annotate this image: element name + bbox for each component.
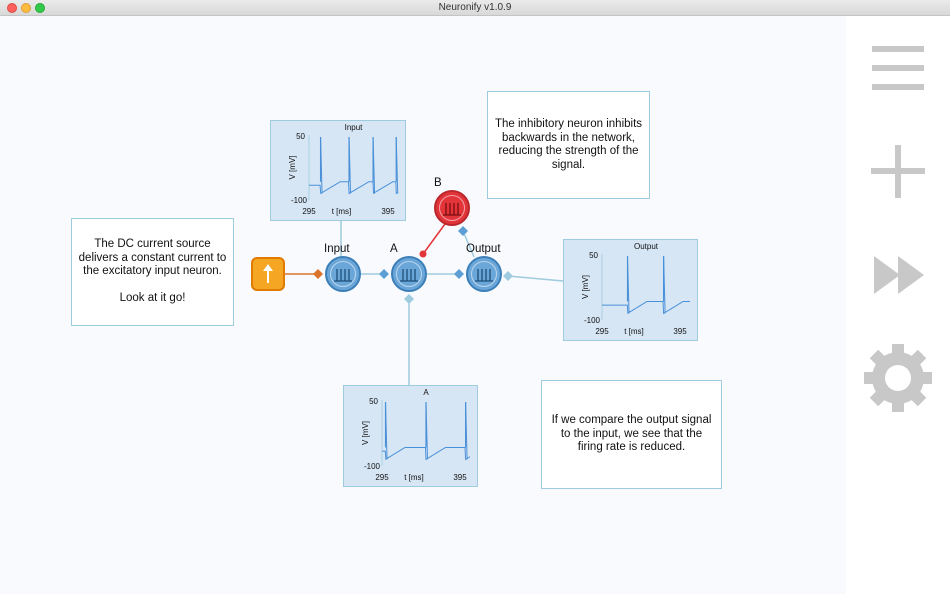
output-scope-title: Output <box>634 242 659 251</box>
add-icon <box>871 145 925 198</box>
spike-train-icon <box>443 203 461 216</box>
neuron-b[interactable] <box>434 190 470 226</box>
a-scope-plot: A 50 -100 295 395 t [ms] V [mV] <box>361 388 471 482</box>
b-to-a-inhibitory-synapse <box>422 223 446 255</box>
a-scope-xmin: 295 <box>375 473 389 482</box>
a-scope-ymin: -100 <box>364 462 381 471</box>
output-scope-ymin: -100 <box>584 316 601 325</box>
fast-forward-button[interactable] <box>860 245 936 305</box>
input-scope-xmin: 295 <box>302 207 316 216</box>
note-compare[interactable]: If we compare the output signal to the i… <box>541 380 722 489</box>
a-scope-ymax: 50 <box>369 397 378 406</box>
settings-button[interactable] <box>860 344 936 412</box>
add-button[interactable] <box>860 142 936 202</box>
output-scope-plot: Output 50 -100 295 395 t [ms] V [mV] <box>581 242 690 336</box>
output-scope-xlabel: t [ms] <box>624 327 644 336</box>
neuron-label-b: B <box>434 177 442 189</box>
a-scope-xlabel: t [ms] <box>404 473 424 482</box>
a-scope-trace <box>382 447 471 461</box>
output-scope-xmax: 395 <box>673 327 687 336</box>
voltmeter-output[interactable]: Output 50 -100 295 395 t [ms] V [mV] <box>563 239 698 341</box>
neuron-output[interactable] <box>466 256 502 292</box>
output-scope-xmin: 295 <box>595 327 609 336</box>
neuron-label-a: A <box>390 243 398 255</box>
a-scope-ylabel: V [mV] <box>361 421 370 445</box>
output-scope-trace <box>602 301 690 315</box>
neuron-input[interactable] <box>325 256 361 292</box>
output-scope-wire <box>507 275 564 282</box>
input-scope-ymin: -100 <box>291 196 308 205</box>
a-scope-xmax: 395 <box>453 473 467 482</box>
input-scope-ymax: 50 <box>296 132 305 141</box>
voltmeter-input[interactable]: Input 50 -100 295 395 t [ms] V [mV] <box>270 120 406 221</box>
spike-train-icon <box>475 269 493 282</box>
spike-train-icon <box>400 269 418 282</box>
neuron-a[interactable] <box>391 256 427 292</box>
output-scope-ymax: 50 <box>589 251 598 260</box>
input-scope-xmax: 395 <box>381 207 395 216</box>
a-scope-connector <box>404 294 414 304</box>
input-to-a-terminal <box>379 269 389 279</box>
spike-train-icon <box>334 269 352 282</box>
a-scope-title: A <box>423 388 429 397</box>
note-dc-source[interactable]: The DC current source delivers a constan… <box>71 218 234 326</box>
neuron-label-input: Input <box>324 243 350 255</box>
neuron-label-output: Output <box>466 243 501 255</box>
input-scope-ylabel: V [mV] <box>288 155 297 179</box>
output-scope-ylabel: V [mV] <box>581 275 590 299</box>
dc-current-source[interactable] <box>251 257 285 291</box>
menu-icon <box>872 46 924 90</box>
output-scope-connector <box>503 271 513 281</box>
output-to-b-terminal <box>458 226 468 236</box>
input-scope-title: Input <box>345 123 364 132</box>
settings-icon <box>864 344 932 412</box>
input-scope-plot: Input 50 -100 295 395 t [ms] V [mV] <box>288 123 399 216</box>
voltmeter-a[interactable]: A 50 -100 295 395 t [ms] V [mV] <box>343 385 478 487</box>
a-to-output-terminal <box>454 269 464 279</box>
input-scope-xlabel: t [ms] <box>332 207 352 216</box>
app-window: Neuronify v1.0.9 The DC current source d… <box>0 0 950 594</box>
b-to-a-terminal <box>419 250 427 258</box>
fast-forward-icon <box>874 256 924 294</box>
menu-button[interactable] <box>860 38 936 98</box>
arrow-up-icon <box>263 264 273 283</box>
note-inhibitory[interactable]: The inhibitory neuron inhibits backwards… <box>487 91 650 199</box>
dc-to-input-terminal <box>313 269 323 279</box>
